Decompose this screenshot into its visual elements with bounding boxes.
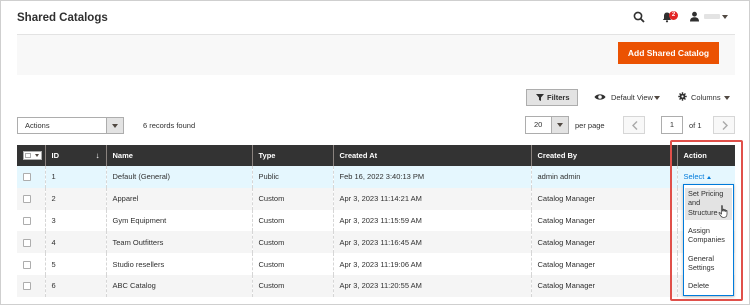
column-header-id[interactable]: ID ↓ bbox=[45, 145, 107, 166]
cell-name: Team Outfitters bbox=[106, 231, 253, 254]
cell-type: Custom bbox=[252, 231, 334, 254]
table-row[interactable]: 6 ABC Catalog Custom Apr 3, 2023 11:20:5… bbox=[17, 274, 735, 297]
row-checkbox[interactable] bbox=[23, 195, 31, 204]
cell-id: 1 bbox=[45, 166, 107, 188]
cell-name: ABC Catalog bbox=[106, 274, 253, 297]
grid-header-row: ID ↓ Name Type Created At Created By Acti… bbox=[17, 145, 735, 166]
eye-icon[interactable] bbox=[594, 93, 606, 101]
column-header-created-by[interactable]: Created By bbox=[531, 145, 678, 166]
table-row[interactable]: 3 Gym Equipment Custom Apr 3, 2023 11:15… bbox=[17, 209, 735, 232]
shared-catalogs-grid: ID ↓ Name Type Created At Created By Acti… bbox=[17, 145, 735, 297]
column-header-name[interactable]: Name bbox=[106, 145, 253, 166]
total-pages-label: of 1 bbox=[689, 121, 702, 130]
default-view-dropdown[interactable]: Default View bbox=[611, 93, 653, 102]
user-icon[interactable] bbox=[689, 11, 700, 22]
columns-caret-icon[interactable] bbox=[724, 96, 730, 100]
cell-type: Custom bbox=[252, 253, 334, 275]
previous-page-button[interactable] bbox=[623, 116, 645, 134]
cell-created-at: Apr 3, 2023 11:20:55 AM bbox=[333, 274, 532, 297]
cell-created-by: Catalog Manager bbox=[531, 231, 678, 254]
cell-created-at: Apr 3, 2023 11:16:45 AM bbox=[333, 231, 532, 254]
row-checkbox[interactable] bbox=[23, 282, 31, 291]
notification-count-badge: 2 bbox=[669, 11, 678, 20]
cell-name: Gym Equipment bbox=[106, 209, 253, 232]
user-name-redacted[interactable] bbox=[704, 14, 720, 19]
cell-type: Custom bbox=[252, 209, 334, 232]
cell-created-by: Catalog Manager bbox=[531, 253, 678, 275]
row-checkbox[interactable] bbox=[23, 173, 31, 182]
cell-id: 2 bbox=[45, 187, 107, 210]
gear-icon[interactable] bbox=[678, 92, 687, 101]
column-header-type[interactable]: Type bbox=[252, 145, 334, 166]
sort-descending-icon: ↓ bbox=[95, 151, 100, 160]
mass-actions-toggle[interactable] bbox=[106, 117, 124, 134]
cell-created-at: Feb 16, 2022 3:40:13 PM bbox=[333, 166, 532, 188]
records-found-label: 6 records found bbox=[143, 121, 196, 130]
current-page-input[interactable]: 1 bbox=[661, 116, 683, 134]
table-row[interactable]: 5 Studio resellers Custom Apr 3, 2023 11… bbox=[17, 253, 735, 275]
row-checkbox[interactable] bbox=[23, 238, 31, 247]
action-column-highlight bbox=[670, 140, 743, 301]
select-all-header[interactable] bbox=[17, 145, 46, 166]
cell-type: Custom bbox=[252, 274, 334, 297]
add-shared-catalog-button[interactable]: Add Shared Catalog bbox=[618, 42, 719, 64]
cell-created-by: admin admin bbox=[531, 166, 678, 188]
cell-created-at: Apr 3, 2023 11:14:21 AM bbox=[333, 187, 532, 210]
cell-id: 5 bbox=[45, 253, 107, 275]
cell-created-by: Catalog Manager bbox=[531, 274, 678, 297]
table-row[interactable]: 4 Team Outfitters Custom Apr 3, 2023 11:… bbox=[17, 231, 735, 254]
cell-id: 3 bbox=[45, 209, 107, 232]
page-title: Shared Catalogs bbox=[17, 12, 108, 24]
search-icon[interactable] bbox=[633, 11, 645, 23]
row-checkbox[interactable] bbox=[23, 217, 31, 225]
chevron-left-icon bbox=[632, 121, 638, 130]
table-row[interactable]: 2 Apparel Custom Apr 3, 2023 11:14:21 AM… bbox=[17, 187, 735, 210]
funnel-icon bbox=[536, 94, 544, 101]
per-page-toggle[interactable] bbox=[551, 116, 569, 134]
next-page-button[interactable] bbox=[713, 116, 735, 134]
cell-id: 4 bbox=[45, 231, 107, 254]
cell-created-at: Apr 3, 2023 11:19:06 AM bbox=[333, 253, 532, 275]
chevron-right-icon bbox=[722, 121, 728, 130]
columns-dropdown[interactable]: Columns bbox=[691, 93, 721, 102]
cell-type: Public bbox=[252, 166, 334, 188]
table-row[interactable]: 1 Default (General) Public Feb 16, 2022 … bbox=[17, 166, 735, 188]
page: Shared Catalogs 2 Add Shared Catalog Fil… bbox=[0, 0, 750, 305]
cell-type: Custom bbox=[252, 187, 334, 210]
row-checkbox[interactable] bbox=[23, 260, 31, 269]
cell-name: Studio resellers bbox=[106, 253, 253, 275]
cell-name: Apparel bbox=[106, 187, 253, 210]
column-header-created-at[interactable]: Created At bbox=[333, 145, 532, 166]
cell-created-at: Apr 3, 2023 11:15:59 AM bbox=[333, 209, 532, 232]
cell-id: 6 bbox=[45, 274, 107, 297]
user-menu-caret-icon[interactable] bbox=[722, 15, 728, 19]
mass-select-checkbox[interactable] bbox=[23, 151, 42, 161]
cell-name: Default (General) bbox=[106, 166, 253, 188]
filters-button[interactable]: Filters bbox=[526, 89, 578, 106]
per-page-label: per page bbox=[575, 121, 605, 130]
cell-created-by: Catalog Manager bbox=[531, 209, 678, 232]
cell-created-by: Catalog Manager bbox=[531, 187, 678, 210]
default-view-caret-icon[interactable] bbox=[654, 96, 660, 100]
